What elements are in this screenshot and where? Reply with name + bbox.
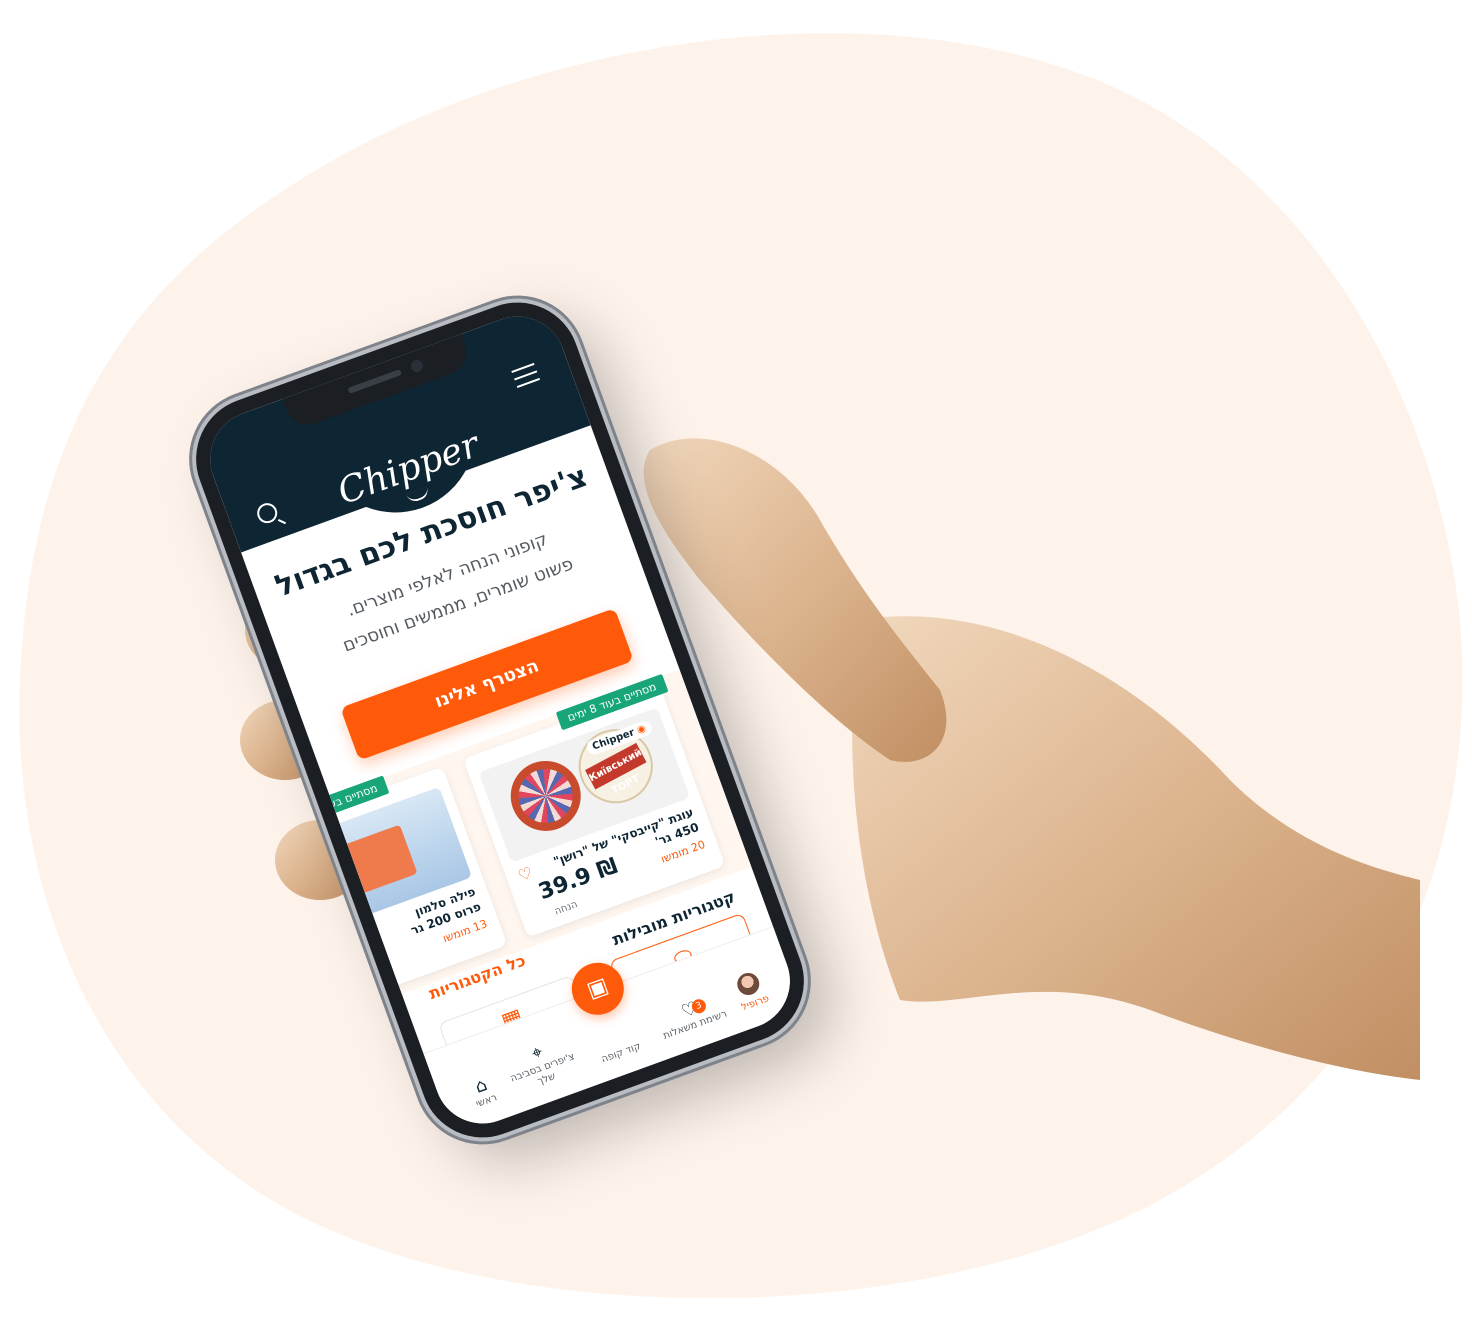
wooden-hand [240,438,1420,1080]
card-terminal-icon: ▣ [583,972,612,1004]
tab-label: קוד קופה [600,1040,643,1066]
tab-wishlist[interactable]: ♡ 3 רשימת משאלות [655,993,730,1043]
cake-image [500,751,591,841]
price-label: הנחה [553,899,580,918]
avatar [734,969,763,999]
tab-label: פרופיל [739,993,771,1014]
tab-home[interactable]: ⌂ ראשי [446,1069,521,1119]
location-pin-icon: ◉ [635,723,648,737]
